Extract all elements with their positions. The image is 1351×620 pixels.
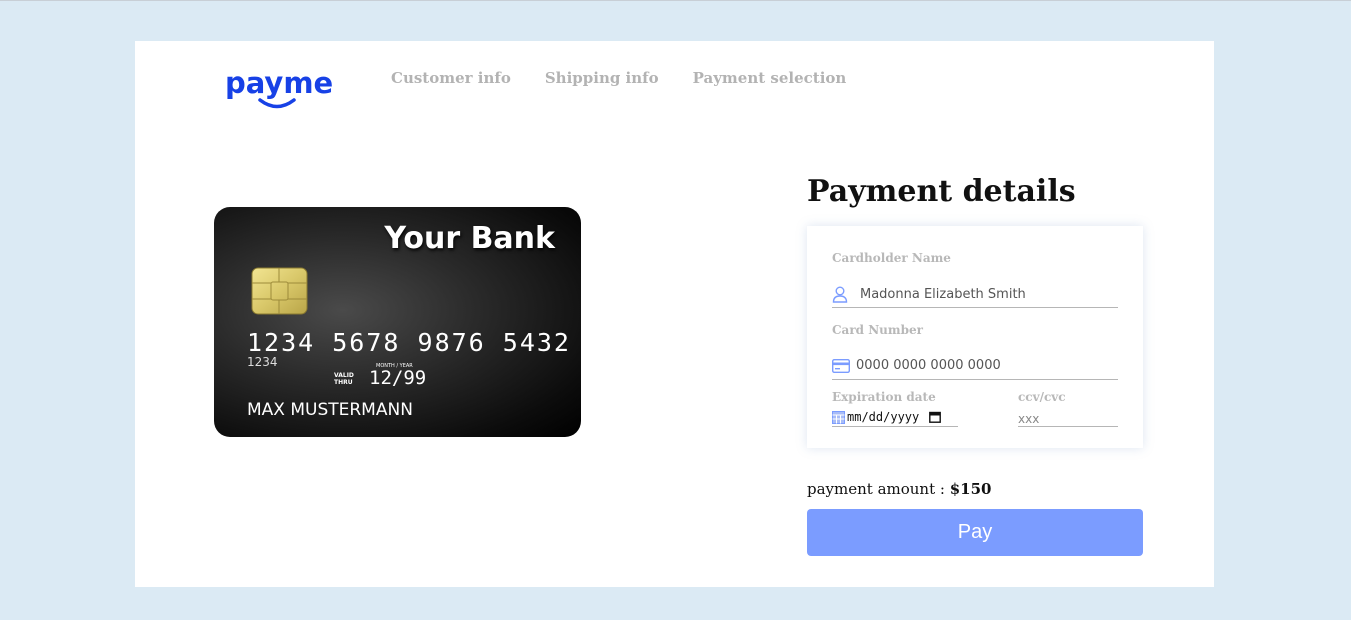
card-number-input[interactable] (856, 358, 1096, 373)
expiration-date-label: Expiration date (832, 390, 936, 404)
card-number-label: Card Number (832, 323, 923, 337)
payment-form: Cardholder Name Card Number Expiration d… (807, 226, 1143, 448)
card-holder-name: MAX MUSTERMANN (247, 400, 413, 420)
payment-details-title: Payment details (807, 174, 1076, 209)
nav-shipping-info[interactable]: Shipping info (545, 69, 659, 87)
cardholder-name-input[interactable] (860, 286, 1100, 302)
bank-name: Your Bank (384, 221, 555, 256)
nav-customer-info[interactable]: Customer info (391, 69, 511, 87)
payme-logo[interactable]: payme (225, 66, 334, 109)
card-number-short: 1234 (247, 355, 278, 369)
cvc-label: ccv/cvc (1018, 390, 1066, 404)
chip-icon (251, 267, 308, 315)
nav-payment-selection[interactable]: Payment selection (693, 69, 847, 87)
card-expiry: 12/99 (369, 367, 427, 389)
credit-card-icon (832, 358, 850, 373)
payment-amount: payment amount : $150 (807, 480, 991, 498)
date-picker-icon[interactable] (929, 411, 942, 423)
payment-amount-value: $150 (949, 480, 992, 498)
pay-button[interactable]: Pay (807, 509, 1143, 556)
logo-smile-icon (258, 98, 296, 109)
cvc-input[interactable] (1018, 412, 1114, 426)
card-number: 1234 5678 9876 5432 (247, 328, 571, 357)
expiration-date-placeholder: mm/dd/yyyy (847, 410, 920, 424)
payment-amount-label: payment amount : (807, 480, 945, 498)
user-icon (832, 286, 848, 303)
checkout-steps-nav: Customer info Shipping info Payment sele… (391, 69, 880, 87)
logo-text: payme (225, 66, 334, 100)
credit-card-preview: Your Bank 1234 5678 9876 5432 1234 MONTH… (214, 207, 581, 437)
valid-thru-label: VALID THRU (334, 372, 354, 386)
expiration-date-input[interactable]: mm/dd/yyyy (832, 408, 958, 427)
calendar-icon (832, 411, 845, 424)
checkout-panel: payme Customer info Shipping info Paymen… (135, 41, 1214, 587)
cvc-row (1018, 408, 1118, 427)
cardholder-label: Cardholder Name (832, 251, 951, 265)
cardholder-row (832, 281, 1118, 308)
card-number-row (832, 352, 1118, 380)
